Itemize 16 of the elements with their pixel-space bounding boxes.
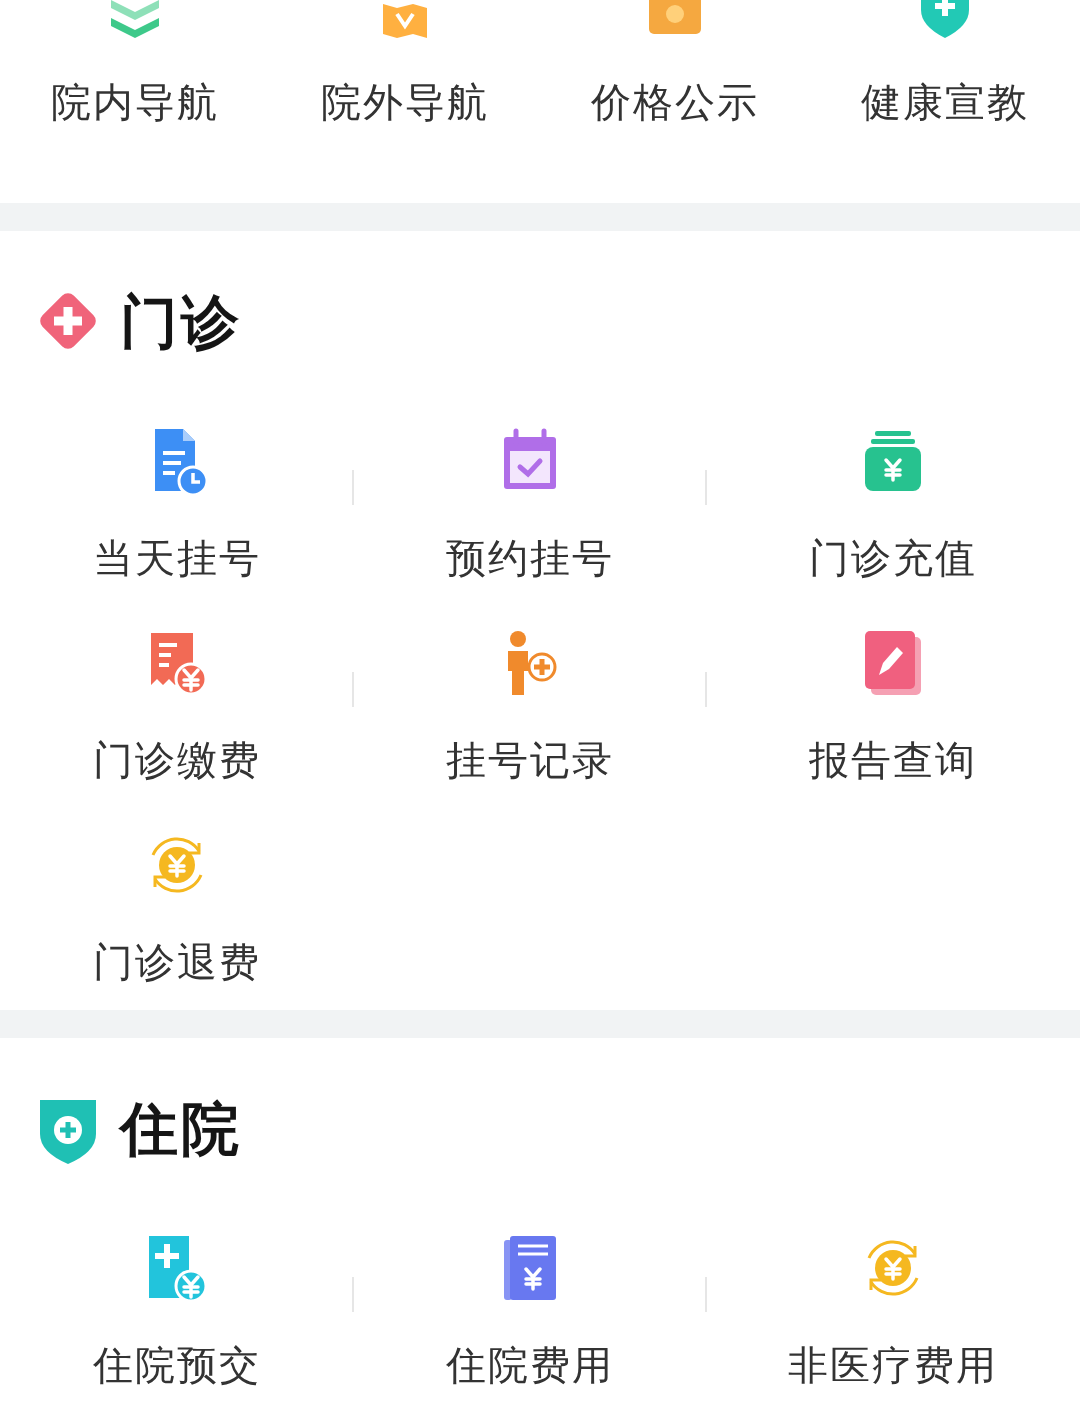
- service-item[interactable]: 住院预交: [92, 1339, 261, 1391]
- service-item[interactable]: 报告查询: [809, 734, 977, 786]
- service-item[interactable]: 非医疗费用: [788, 1339, 998, 1391]
- service-item[interactable]: 门诊退费: [92, 936, 261, 988]
- service-item[interactable]: 当天挂号: [92, 532, 261, 584]
- service-item[interactable]: 门诊缴费: [92, 734, 261, 786]
- section-title: 住院: [120, 1094, 242, 1165]
- service-item[interactable]: 挂号记录: [445, 734, 614, 786]
- service-item[interactable]: 预约挂号: [445, 532, 614, 584]
- service-item[interactable]: 住院费用: [445, 1339, 614, 1391]
- section-title: 门诊: [120, 287, 242, 358]
- quick-link[interactable]: 健康宣教: [861, 76, 1029, 128]
- quick-link[interactable]: 价格公示: [591, 76, 759, 128]
- quick-link[interactable]: 院外导航: [321, 76, 489, 128]
- quick-link[interactable]: 院内导航: [51, 76, 219, 128]
- service-item[interactable]: 门诊充值: [809, 532, 977, 584]
